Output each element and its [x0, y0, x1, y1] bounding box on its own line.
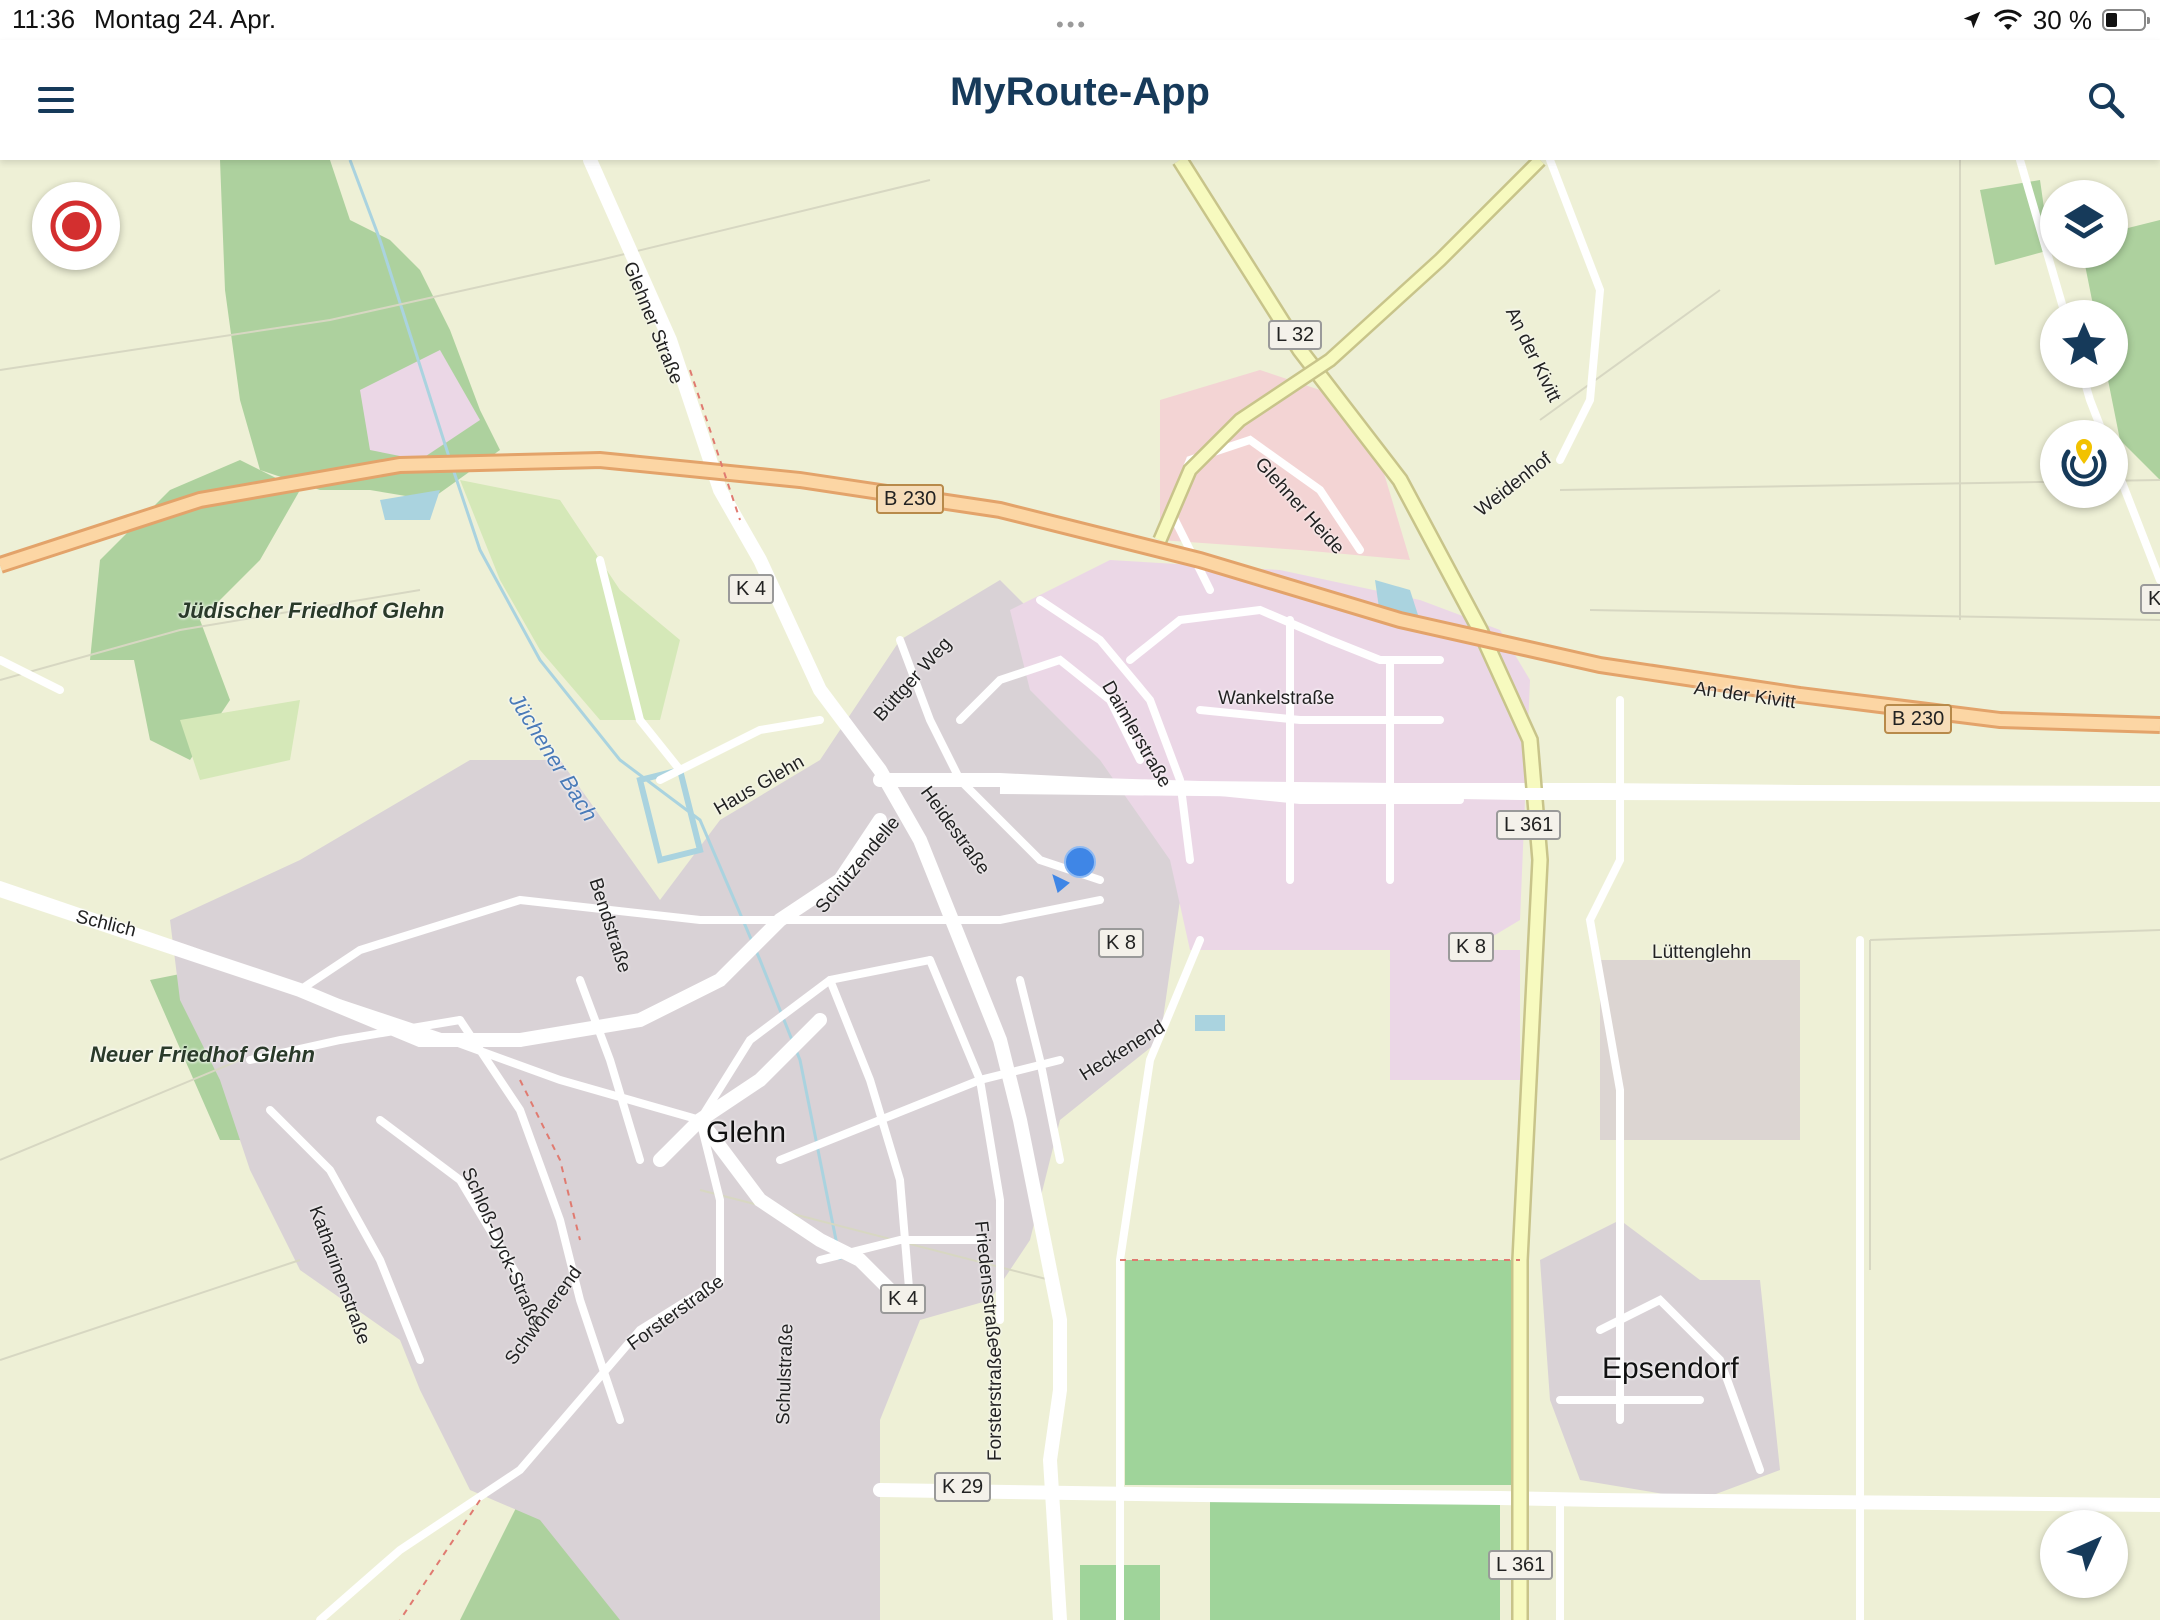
navigate-arrow-icon	[2066, 1536, 2102, 1572]
road-shield-k-edge: K	[2140, 584, 2160, 614]
street-label-schulstrasse: Schulstraße	[773, 1323, 798, 1426]
street-label-forsterstrasse-south: Forsterstraße	[985, 1346, 1006, 1461]
layers-button[interactable]	[2040, 180, 2128, 268]
app-header: MyRoute-App	[0, 40, 2160, 160]
layers-icon	[2064, 204, 2104, 239]
wifi-icon	[1993, 9, 2022, 30]
map-view[interactable]: Glehn Epsendorf Jüdischer Friedhof Glehn…	[0, 160, 2160, 1620]
tracking-button[interactable]	[2040, 420, 2128, 508]
search-icon	[2089, 83, 2125, 119]
road-shield-k4-south: K 4	[880, 1284, 927, 1314]
road-shield-l361-south: L 361	[1488, 1550, 1554, 1580]
street-label-wankelstrasse: Wankelstraße	[1218, 688, 1335, 709]
status-date: Montag 24. Apr.	[94, 4, 277, 34]
record-icon	[50, 200, 102, 252]
battery-percentage: 30 %	[2032, 4, 2092, 35]
status-indicators: 30 %	[1961, 4, 2150, 36]
search-button[interactable]	[2080, 74, 2132, 126]
road-shield-k29: K 29	[934, 1472, 992, 1502]
road-shield-k4-north: K 4	[728, 574, 775, 604]
app-screen: 11:36 Montag 24. Apr. ••• 30 % MyRoute-A…	[0, 0, 2160, 1620]
poi-label-neuer-friedhof: Neuer Friedhof Glehn	[90, 1042, 315, 1067]
place-label-glehn: Glehn	[706, 1116, 787, 1149]
road-shield-l361-north: L 361	[1496, 810, 1562, 840]
location-arrow-icon	[1963, 11, 1980, 29]
status-time: 11:36	[12, 4, 76, 34]
record-button[interactable]	[32, 182, 120, 270]
battery-icon	[2102, 9, 2150, 31]
tracking-icon	[2061, 439, 2107, 487]
app-title: MyRoute-App	[950, 70, 1210, 114]
map-tiles	[0, 160, 2160, 1620]
place-label-epsendorf: Epsendorf	[1602, 1352, 1739, 1385]
road-shield-k8-east: K 8	[1448, 932, 1495, 962]
favorites-button[interactable]	[2040, 300, 2128, 388]
status-bar: 11:36 Montag 24. Apr. ••• 30 %	[0, 0, 2160, 40]
star-icon	[2062, 322, 2106, 365]
poi-label-juedischer-friedhof: Jüdischer Friedhof Glehn	[178, 598, 445, 623]
road-shield-l32: L 32	[1268, 320, 1323, 350]
current-location-marker	[1064, 846, 1096, 878]
road-shield-b230-west: B 230	[876, 484, 945, 514]
street-label-luettenglehn: Lüttenglehn	[1652, 942, 1752, 963]
road-shield-b230-east: B 230	[1884, 704, 1953, 734]
battery-level-fill	[2106, 13, 2117, 27]
multitasking-dots-icon[interactable]: •••	[1056, 12, 1088, 38]
road-shield-k8-west: K 8	[1098, 928, 1145, 958]
navigate-button[interactable]	[2040, 1510, 2128, 1598]
